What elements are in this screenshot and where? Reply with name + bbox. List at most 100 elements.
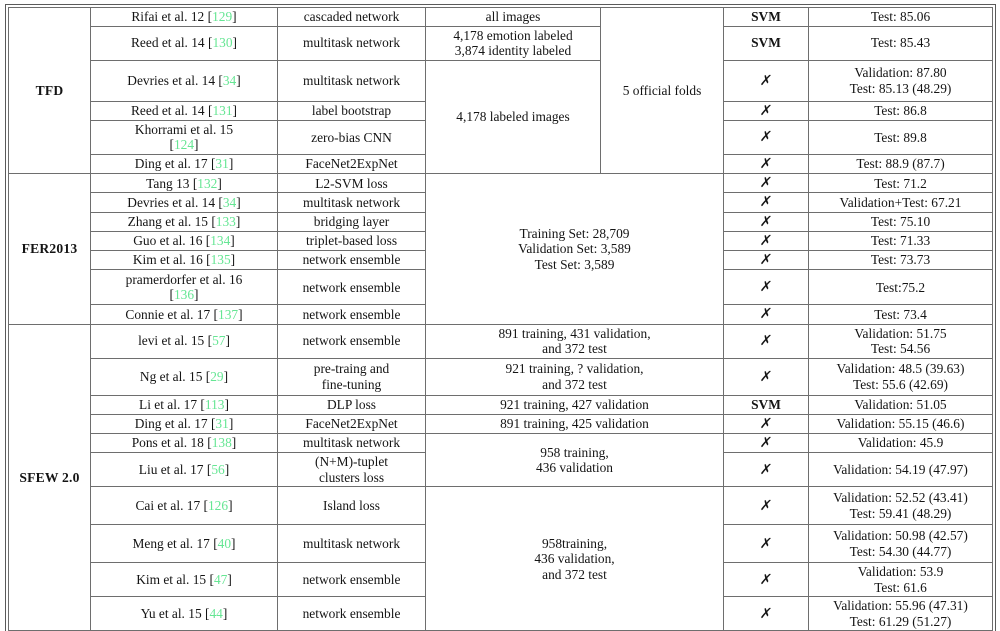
method-cell: Yu et al. 15 [44]	[90, 596, 278, 631]
cross-icon: ✗	[759, 368, 774, 385]
reference-number: 29	[210, 368, 224, 384]
method-name: Reed et al. 14	[131, 102, 205, 118]
performance-cell: Test: 75.10	[808, 211, 993, 232]
classifier-cell: ✗	[723, 432, 809, 454]
classifier-cell: ✗	[723, 250, 809, 271]
reference-number: 136	[173, 287, 195, 303]
performance-cell: Validation: 48.5 (39.63) Test: 55.6 (42.…	[808, 357, 993, 396]
data-line: and 372 test	[542, 566, 607, 582]
cross-icon: ✗	[759, 497, 774, 514]
data-line: 3,874 identity labeled	[454, 43, 572, 59]
network-cell: network ensemble	[277, 269, 426, 306]
performance-cell: Validation: 45.9	[808, 432, 993, 454]
method-cell: Reed et al. 14 [131]	[90, 100, 278, 121]
method-name: Tang 13	[146, 175, 190, 191]
fer-benchmark-table: TFD Rifai et al. 12 [129] cascaded netwo…	[5, 3, 996, 631]
network-cell: multitask network	[277, 25, 426, 61]
performance-cell: Test: 86.8	[808, 100, 993, 121]
reference-number: 137	[218, 306, 239, 322]
table-row: SFEW 2.0 levi et al. 15 [57] network ens…	[8, 323, 993, 631]
cross-icon: ✗	[759, 175, 774, 192]
reference-number: 138	[211, 435, 232, 451]
network-line: fine-tuning	[321, 376, 382, 392]
performance-line: Test: 85.43	[870, 35, 931, 51]
cross-icon: ✗	[759, 434, 774, 451]
classifier-cell: ✗	[723, 486, 809, 526]
performance-cell: Validation: 50.98 (42.57) Test: 54.30 (4…	[808, 524, 993, 564]
network-cell: zero-bias CNN	[277, 119, 426, 155]
cross-icon: ✗	[759, 72, 774, 89]
network-line: (N+M)-tuplet	[314, 454, 388, 470]
network-cell: network ensemble	[277, 562, 426, 598]
performance-line: Validation: 52.52 (43.41)	[833, 490, 968, 506]
network-cell: multitask network	[277, 432, 426, 454]
classifier-cell: ✗	[723, 304, 809, 325]
performance-line: Test:75.2	[875, 279, 926, 295]
classifier-cell: ✗	[723, 100, 809, 121]
network-cell: (N+M)-tuplet clusters loss	[277, 452, 426, 488]
data-line: 436 validation	[536, 460, 613, 476]
reference-number: 34	[222, 72, 237, 88]
performance-line: Validation: 51.05	[854, 396, 947, 412]
network-cell: bridging layer	[277, 211, 426, 232]
classifier-cell: ✗	[723, 269, 809, 306]
performance-cell: Test: 71.2	[808, 173, 993, 194]
reference-number: 40	[217, 535, 232, 551]
method-name: Rifai et al. 12	[131, 9, 205, 24]
performance-line: Validation: 45.9	[857, 435, 944, 451]
classifier-cell: ✗	[723, 59, 809, 102]
method-name: Ding et al. 17	[134, 156, 208, 172]
method-name: Cai et al. 17	[135, 497, 201, 513]
network-cell: triplet-based loss	[277, 230, 426, 252]
data-line: 921 training, ? validation,	[505, 361, 644, 377]
method-cell: Guo et al. 16 [134]	[90, 230, 278, 252]
cross-icon: ✗	[759, 129, 774, 146]
reference-number: 129	[212, 9, 233, 24]
performance-line: Test: 85.13 (48.29)	[849, 80, 952, 96]
method-cell: Kim et al. 16 [135]	[90, 250, 278, 271]
performance-cell: Test: 89.8	[808, 119, 993, 155]
data-cell: 891 training, 431 validation, and 372 te…	[425, 323, 724, 359]
cross-icon: ✗	[759, 213, 774, 230]
method-name: Guo et al. 16	[133, 233, 203, 249]
method-cell: Ng et al. 15 [29]	[90, 357, 278, 396]
data-line: Validation Set: 3,589	[518, 241, 631, 257]
reference-number: 34	[222, 194, 237, 210]
data-cell: 921 training, 427 validation	[425, 394, 724, 415]
method-cell: Cai et al. 17 [126]	[90, 486, 278, 526]
reference-number: 31	[215, 156, 229, 172]
cross-icon: ✗	[759, 279, 774, 296]
dataset-label-tfd: TFD	[8, 6, 91, 175]
reference-number: 44	[209, 606, 223, 622]
method-cell: Devries et al. 14 [34]	[90, 192, 278, 213]
table-row: Pons et al. 18 [138] multitask network 9…	[9, 432, 993, 488]
method-cell: Reed et al. 14 [130]	[90, 25, 278, 61]
method-cell: Liu et al. 17 [56]	[90, 452, 278, 488]
method-name: Khorrami et al. 15	[134, 121, 234, 137]
table-row: Cai et al. 17 [126] Island loss 958train…	[9, 486, 993, 631]
performance-line: Validation: 55.15 (46.6)	[836, 416, 965, 432]
reference-number: 134	[210, 233, 231, 249]
classifier-cell: ✗	[723, 323, 809, 359]
method-cell: Zhang et al. 15 [133]	[90, 211, 278, 232]
table-screenshot: TFD Rifai et al. 12 [129] cascaded netwo…	[0, 3, 1000, 631]
method-name: Ding et al. 17	[134, 416, 208, 432]
method-name: Yu et al. 15	[140, 606, 202, 622]
classifier-cell: ✗	[723, 153, 809, 175]
method-name: levi et al. 15	[138, 333, 205, 349]
cross-icon: ✗	[759, 194, 774, 211]
performance-line: Test: 73.73	[870, 252, 931, 268]
classifier-cell: ✗	[723, 357, 809, 396]
data-cell: all images	[425, 7, 601, 27]
network-cell: FaceNet2ExpNet	[277, 413, 426, 434]
performance-line: Test: 71.2	[874, 175, 927, 191]
network-cell: Island loss	[277, 486, 426, 526]
method-name: Connie et al. 17	[125, 306, 211, 322]
reference-number: 126	[207, 497, 229, 513]
network-cell: L2-SVM loss	[277, 173, 426, 194]
data-line: 436 validation,	[534, 551, 615, 567]
method-name: Kim et al. 16	[132, 252, 203, 268]
method-name: Meng et al. 17	[132, 535, 210, 551]
performance-cell: Validation: 55.96 (47.31) Test: 61.29 (5…	[808, 596, 993, 631]
performance-line: Test: 89.8	[874, 129, 927, 145]
